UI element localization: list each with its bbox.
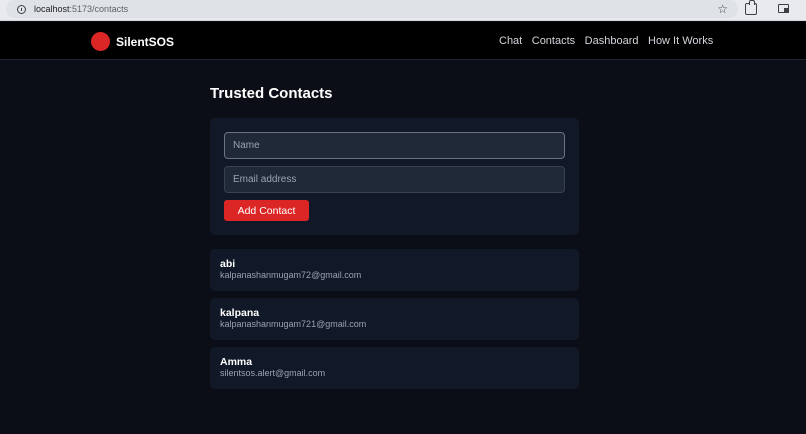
site-info-icon[interactable] <box>17 4 26 14</box>
contact-email: kalpanashanmugam72@gmail.com <box>220 270 362 280</box>
brand-name: SilentSOS <box>116 34 175 49</box>
name-input[interactable] <box>224 132 565 159</box>
contact-card: kalpana kalpanashanmugam721@gmail.com <box>210 298 579 340</box>
nav-link-contacts[interactable]: Contacts <box>532 35 575 47</box>
url-path: :5173/contacts <box>69 4 129 14</box>
address-bar[interactable]: localhost:5173/contacts ☆ <box>6 0 738 18</box>
extensions-icon[interactable] <box>745 0 757 15</box>
nav-link-dashboard[interactable]: Dashboard <box>585 35 639 47</box>
contact-name: Amma <box>220 356 253 368</box>
browser-toolbar: localhost:5173/contacts ☆ <box>0 0 806 21</box>
contact-card: Amma silentsos.alert@gmail.com <box>210 347 579 389</box>
add-contact-form: Add Contact <box>210 118 579 235</box>
contact-email: silentsos.alert@gmail.com <box>220 368 326 378</box>
nav-link-chat[interactable]: Chat <box>499 35 522 47</box>
url-text[interactable]: localhost:5173/contacts <box>34 4 128 14</box>
url-host: localhost <box>34 4 70 14</box>
cast-icon[interactable] <box>778 4 789 13</box>
contact-email: kalpanashanmugam721@gmail.com <box>220 319 367 329</box>
contact-name: abi <box>220 258 236 270</box>
add-contact-button[interactable]: Add Contact <box>224 200 309 221</box>
brand-logo[interactable]: SilentSOS <box>91 32 174 51</box>
nav-link-how-it-works[interactable]: How It Works <box>648 35 713 47</box>
nav-links: Chat Contacts Dashboard How It Works <box>499 35 723 47</box>
bookmark-star-icon[interactable]: ☆ <box>717 2 728 16</box>
app-navbar: SilentSOS Chat Contacts Dashboard How It… <box>0 22 806 60</box>
contact-name: kalpana <box>220 307 260 319</box>
email-input[interactable] <box>224 166 565 193</box>
brand-red-dot-icon <box>91 32 110 51</box>
contact-card: abi kalpanashanmugam72@gmail.com <box>210 249 579 291</box>
page-title: Trusted Contacts <box>210 85 333 102</box>
